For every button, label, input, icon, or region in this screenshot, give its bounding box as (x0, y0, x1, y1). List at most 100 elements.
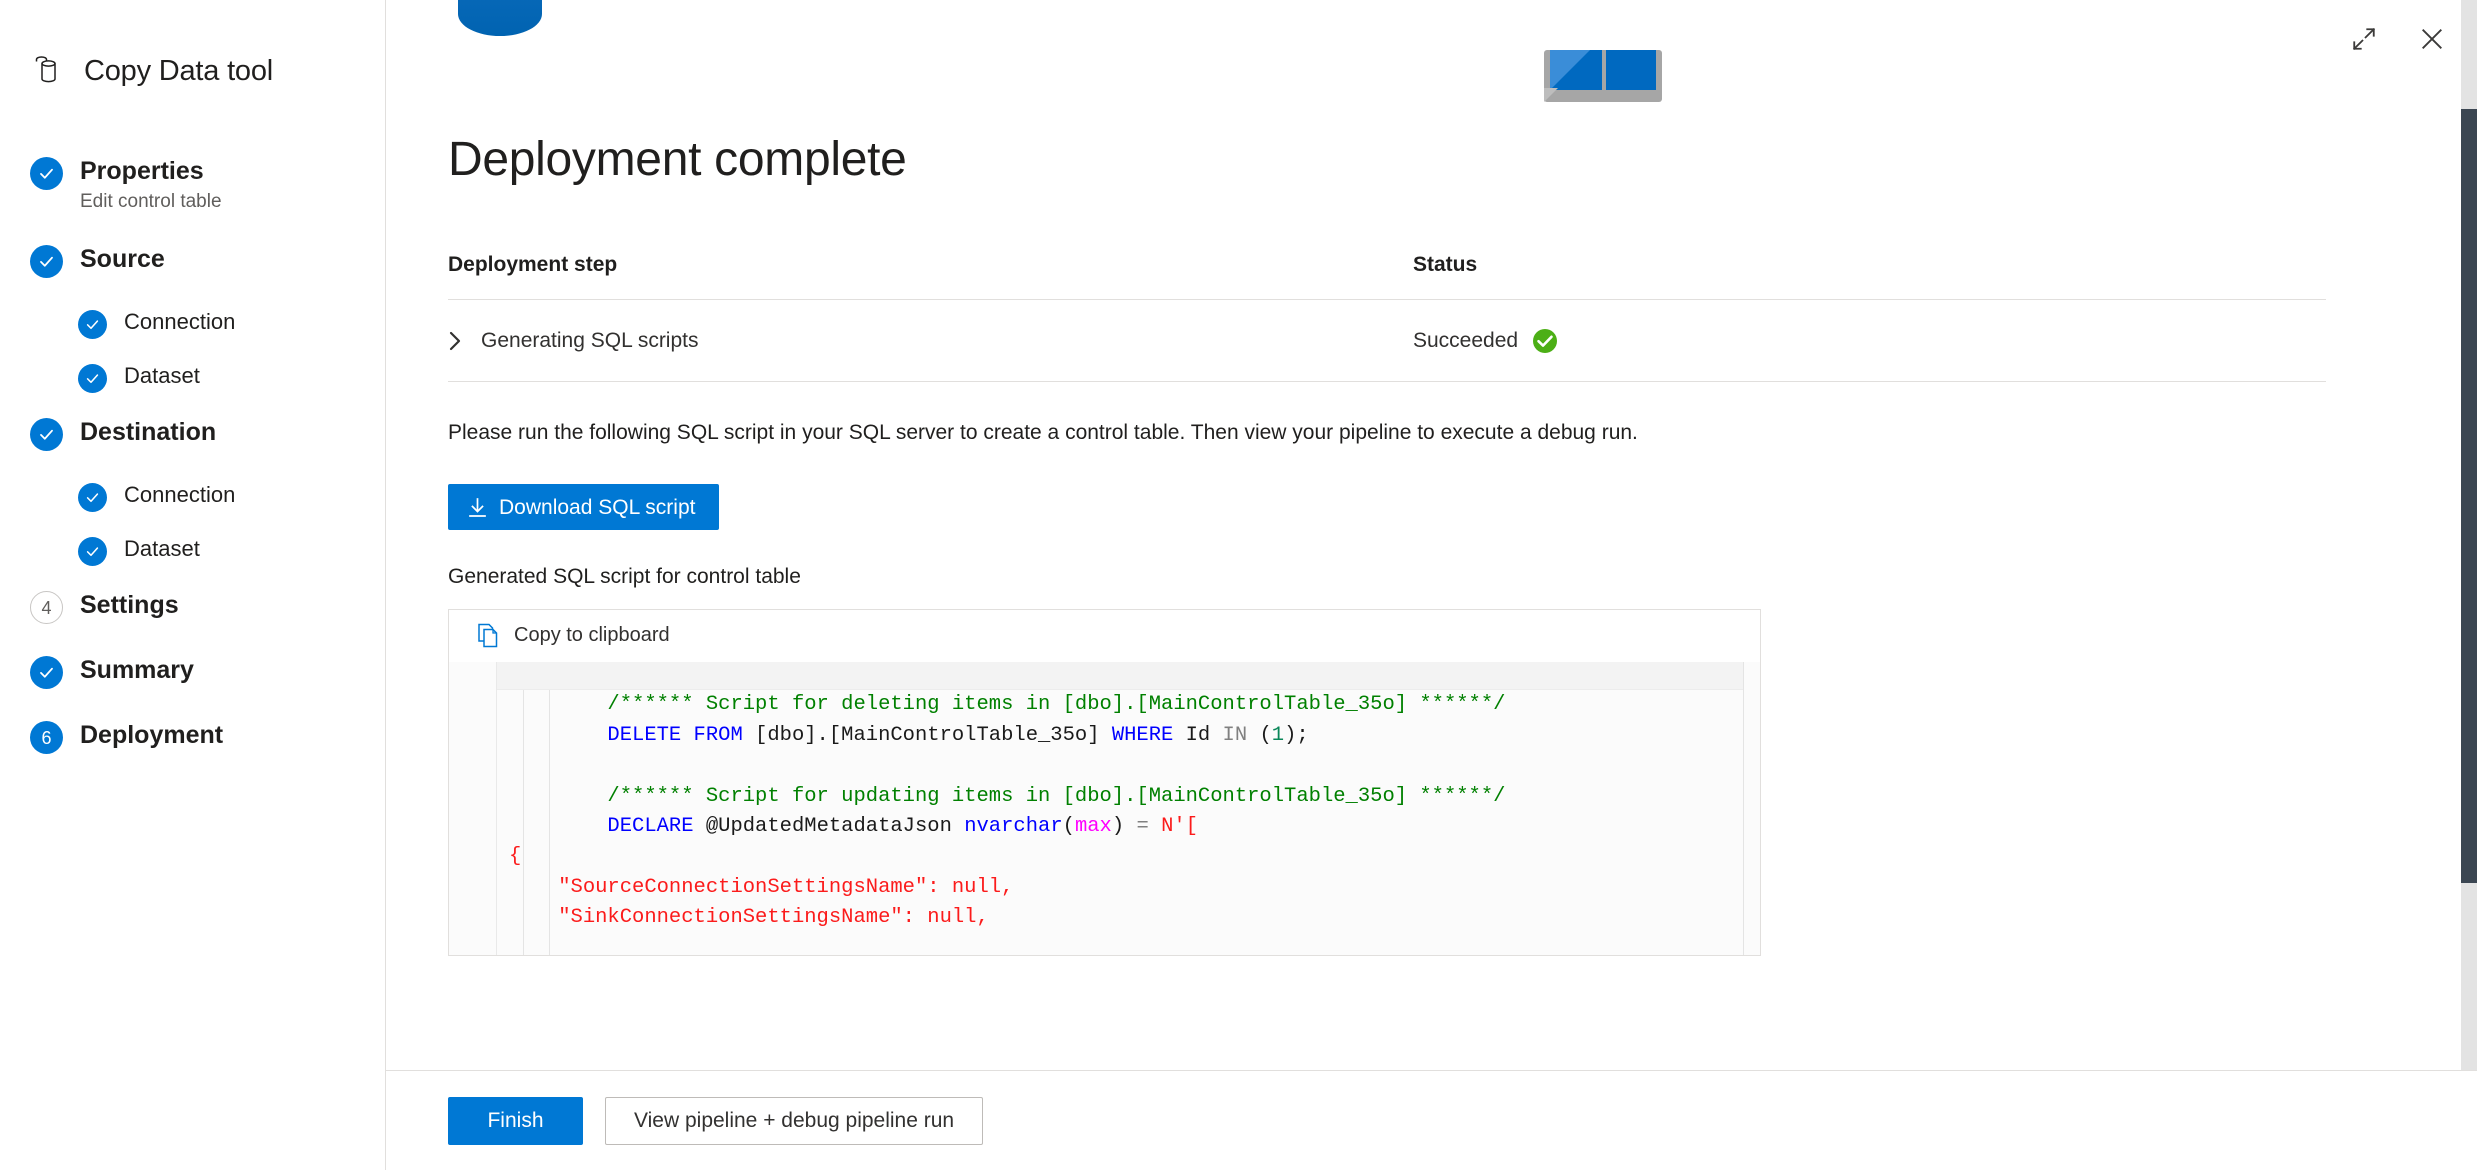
download-arrow-icon (468, 497, 487, 518)
sidebar-item-text: Properties Edit control table (80, 154, 222, 213)
deployment-status-label: Succeeded (1413, 329, 1519, 352)
step-number-label: 6 (41, 727, 52, 748)
step-number-label: 4 (41, 597, 52, 618)
sidebar-item-label: Source (80, 245, 165, 273)
sidebar-item-deployment-9[interactable]: 6 Deployment (0, 718, 385, 754)
sidebar-item-text: Connection (124, 480, 235, 509)
content-scrollbar-track[interactable] (2461, 0, 2477, 1070)
app-title: Copy Data tool (84, 54, 274, 87)
table-head: Deployment step Status (448, 253, 2326, 300)
sidebar-item-text: Settings (80, 588, 179, 621)
sidebar-item-summary-8[interactable]: Summary (0, 653, 385, 689)
window-controls (2347, 22, 2449, 56)
sidebar-item-text: Destination (80, 415, 216, 448)
instruction-text: Please run the following SQL script in y… (448, 421, 1638, 444)
expand-icon[interactable] (2347, 22, 2381, 56)
code-line: DELETE FROM [dbo].[MainControlTable_35o]… (607, 723, 1309, 747)
sidebar-item-source-1[interactable]: Source (0, 242, 385, 278)
step-number-badge: 4 (30, 591, 63, 624)
chevron-right-icon (448, 330, 462, 352)
sidebar-item-text: Source (80, 242, 165, 275)
hero-illustration (428, 0, 2326, 120)
download-sql-script-label: Download SQL script (499, 495, 696, 519)
code-line: DECLARE @UpdatedMetadataJson nvarchar(ma… (607, 814, 1198, 838)
code-line: "SourceConnectionSettingsName": null, (558, 875, 1014, 899)
sidebar-item-text: Deployment (80, 718, 223, 751)
close-icon[interactable] (2415, 22, 2449, 56)
deployment-steps-table: Deployment step Status Generating SQL sc… (448, 253, 2326, 382)
generated-script-label: Generated SQL script for control table (448, 565, 801, 589)
sidebar-item-sublabel: Edit control table (80, 191, 222, 212)
step-check-icon (30, 157, 63, 190)
step-check-icon (30, 245, 63, 278)
column-header-deployment-step: Deployment step (448, 253, 1413, 300)
main-panel: Deployment complete Deployment step Stat… (386, 0, 2477, 1170)
download-sql-script-button[interactable]: Download SQL script (448, 484, 720, 531)
step-check-icon (78, 310, 107, 339)
deployment-step-label: Generating SQL scripts (481, 329, 699, 352)
sidebar-item-text: Dataset (124, 534, 200, 563)
content-scrollbar-thumb[interactable] (2461, 109, 2477, 883)
sidebar-item-label: Destination (80, 418, 217, 446)
deployment-step-expander[interactable]: Generating SQL scripts (448, 329, 1413, 353)
sidebar-item-label: Connection (124, 309, 236, 334)
content-scroll-area: Deployment complete Deployment step Stat… (386, 0, 2477, 1070)
table-body: Generating SQL scripts Succeeded (448, 299, 2326, 382)
sidebar-item-dataset-3[interactable]: Dataset (0, 361, 385, 393)
sidebar-item-text: Dataset (124, 361, 200, 390)
success-check-icon (1532, 328, 1558, 354)
wizard-step-list: Properties Edit control table Source Connec… (0, 154, 385, 754)
sql-script-card: Copy to clipboard /****** Script for del… (448, 609, 1761, 957)
status-badge: Succeeded (1413, 328, 2326, 354)
database-copy-icon (30, 54, 64, 88)
step-check-icon (30, 656, 63, 689)
table-graphic-icon (1544, 50, 1662, 108)
sidebar-item-dataset-6[interactable]: Dataset (0, 534, 385, 566)
sidebar-item-text: Connection (124, 307, 235, 336)
table-row: Generating SQL scripts Succeeded (448, 299, 2326, 382)
sidebar-item-label: Connection (124, 482, 236, 507)
column-header-status: Status (1413, 253, 2326, 300)
sidebar-item-text: Summary (80, 653, 194, 686)
deployment-table-wrap: Deployment step Status Generating SQL sc… (428, 253, 2326, 382)
table-header-row: Deployment step Status (448, 253, 2326, 300)
sidebar-item-label: Deployment (80, 721, 224, 749)
step-number-badge: 6 (30, 721, 63, 754)
sidebar-item-settings-7[interactable]: 4 Settings (0, 588, 385, 624)
wizard-sidebar: Copy Data tool Properties Edit control ta… (0, 0, 386, 1170)
sidebar-item-destination-4[interactable]: Destination (0, 415, 385, 451)
sidebar-item-label: Properties (80, 157, 204, 185)
sidebar-item-label: Settings (80, 591, 179, 619)
content-inner: Deployment complete Deployment step Stat… (386, 0, 2386, 1020)
page-title: Deployment complete (448, 133, 907, 186)
deployment-step-cell: Generating SQL scripts (448, 299, 1413, 382)
editor-gutter (449, 662, 497, 956)
step-check-icon (78, 364, 107, 393)
sidebar-item-label: Dataset (124, 363, 200, 388)
app-brand: Copy Data tool (0, 30, 385, 100)
view-pipeline-debug-run-button[interactable]: View pipeline + debug pipeline run (605, 1096, 984, 1145)
code-line: /****** Script for updating items in [db… (607, 784, 1506, 808)
step-check-icon (78, 483, 107, 512)
finish-button[interactable]: Finish (448, 1096, 583, 1145)
editor-top-strip (497, 662, 1744, 691)
sidebar-item-connection-5[interactable]: Connection (0, 480, 385, 512)
sql-code-editor[interactable]: /****** Script for deleting items in [db… (449, 661, 1760, 956)
step-check-icon (30, 418, 63, 451)
code-line: "SinkConnectionSettingsName": null, (558, 906, 989, 930)
sidebar-item-connection-2[interactable]: Connection (0, 307, 385, 339)
copy-to-clipboard-button[interactable]: Copy to clipboard (449, 610, 1760, 662)
copy-to-clipboard-label: Copy to clipboard (514, 624, 670, 647)
copy-data-tool-window: Copy Data tool Properties Edit control ta… (0, 0, 2477, 1170)
sidebar-item-label: Summary (80, 656, 194, 684)
copy-pages-icon (477, 623, 501, 649)
sql-code-content: /****** Script for deleting items in [db… (497, 690, 1760, 955)
sidebar-item-label: Dataset (124, 536, 200, 561)
code-line: /****** Script for deleting items in [db… (607, 693, 1506, 717)
pipeline-graphic-icon (448, 0, 552, 66)
step-check-icon (78, 537, 107, 566)
wizard-footer: Finish View pipeline + debug pipeline ru… (386, 1070, 2477, 1170)
deployment-status-cell: Succeeded (1413, 299, 2326, 382)
sidebar-item-properties-0[interactable]: Properties Edit control table (0, 154, 385, 213)
